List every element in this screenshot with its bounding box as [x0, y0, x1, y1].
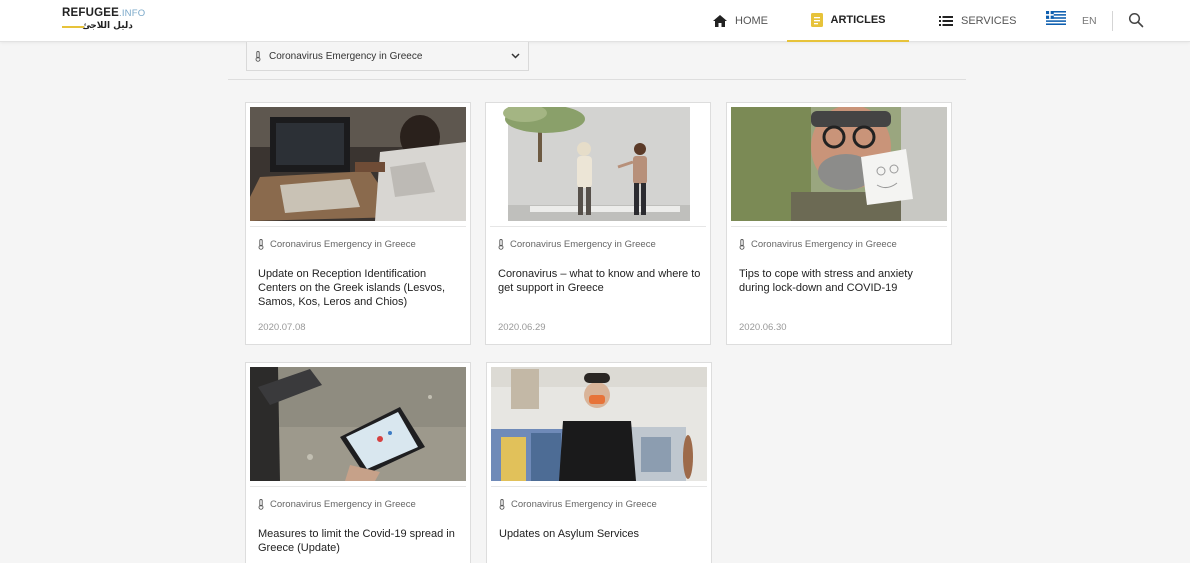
- article-title[interactable]: Measures to limit the Covid-19 spread in…: [258, 527, 463, 555]
- content-divider: [228, 79, 966, 80]
- article-title[interactable]: Updates on Asylum Services: [499, 527, 704, 541]
- article-category[interactable]: Coronavirus Emergency in Greece: [258, 239, 416, 250]
- logo-text: REFUGEE.INFO: [62, 7, 146, 19]
- nav-services[interactable]: SERVICES: [939, 0, 1016, 42]
- thermometer-icon: [739, 239, 745, 250]
- article-category[interactable]: Coronavirus Emergency in Greece: [739, 239, 897, 250]
- article-category[interactable]: Coronavirus Emergency in Greece: [258, 499, 416, 510]
- article-title[interactable]: Update on Reception Identification Cente…: [258, 267, 463, 309]
- home-icon: [713, 15, 727, 27]
- article-title[interactable]: Coronavirus – what to know and where to …: [498, 267, 703, 295]
- chevron-down-icon: [511, 51, 520, 62]
- logo-underline: [62, 26, 84, 28]
- list-icon: [939, 16, 953, 26]
- card-separator: [250, 226, 466, 227]
- article-card[interactable]: Coronavirus Emergency in Greece Updates …: [486, 362, 712, 563]
- nav-articles-label: ARTICLES: [830, 14, 886, 26]
- thermometer-icon: [258, 499, 264, 510]
- card-separator: [731, 226, 947, 227]
- article-category[interactable]: Coronavirus Emergency in Greece: [498, 239, 656, 250]
- article-category-label: Coronavirus Emergency in Greece: [751, 239, 897, 250]
- nav-articles[interactable]: ARTICLES: [787, 0, 909, 42]
- article-image-phone-map[interactable]: [250, 367, 466, 481]
- category-select-value: Coronavirus Emergency in Greece: [269, 50, 423, 62]
- thermometer-icon: [255, 50, 261, 62]
- article-card[interactable]: Coronavirus Emergency in Greece Tips to …: [726, 102, 952, 345]
- nav-home-label: HOME: [735, 15, 768, 27]
- card-separator: [490, 226, 706, 227]
- thermometer-icon: [258, 239, 264, 250]
- nav-home[interactable]: HOME: [713, 0, 768, 42]
- site-header: REFUGEE.INFO دليل اللاجئ HOME ARTICLES S…: [0, 0, 1190, 42]
- article-image-women-talking[interactable]: [490, 107, 706, 221]
- article-category-label: Coronavirus Emergency in Greece: [270, 239, 416, 250]
- language-selector[interactable]: EN: [1082, 0, 1097, 42]
- article-category[interactable]: Coronavirus Emergency in Greece: [499, 499, 657, 510]
- category-select[interactable]: Coronavirus Emergency in Greece: [246, 42, 529, 71]
- card-separator: [250, 486, 466, 487]
- article-date: 2020.06.29: [498, 322, 546, 333]
- article-image-laptop[interactable]: [250, 107, 466, 221]
- article-image-man-with-drawing[interactable]: [731, 107, 947, 221]
- article-icon: [810, 13, 823, 27]
- article-card[interactable]: Coronavirus Emergency in Greece Update o…: [245, 102, 471, 345]
- article-title[interactable]: Tips to cope with stress and anxiety dur…: [739, 267, 944, 295]
- thermometer-icon: [498, 239, 504, 250]
- nav-services-label: SERVICES: [961, 15, 1017, 27]
- article-image-man-with-mask[interactable]: [491, 367, 707, 481]
- site-logo[interactable]: REFUGEE.INFO دليل اللاجئ: [62, 7, 152, 35]
- greece-flag-icon[interactable]: [1046, 11, 1066, 25]
- article-card[interactable]: Coronavirus Emergency in Greece Measures…: [245, 362, 471, 563]
- article-date: 2020.07.08: [258, 322, 306, 333]
- article-date: 2020.06.30: [739, 322, 787, 333]
- article-category-label: Coronavirus Emergency in Greece: [510, 239, 656, 250]
- card-separator: [491, 486, 707, 487]
- header-separator: [1112, 11, 1113, 31]
- thermometer-icon: [499, 499, 505, 510]
- search-icon[interactable]: [1128, 12, 1144, 28]
- article-category-label: Coronavirus Emergency in Greece: [511, 499, 657, 510]
- article-category-label: Coronavirus Emergency in Greece: [270, 499, 416, 510]
- article-card[interactable]: Coronavirus Emergency in Greece Coronavi…: [485, 102, 711, 345]
